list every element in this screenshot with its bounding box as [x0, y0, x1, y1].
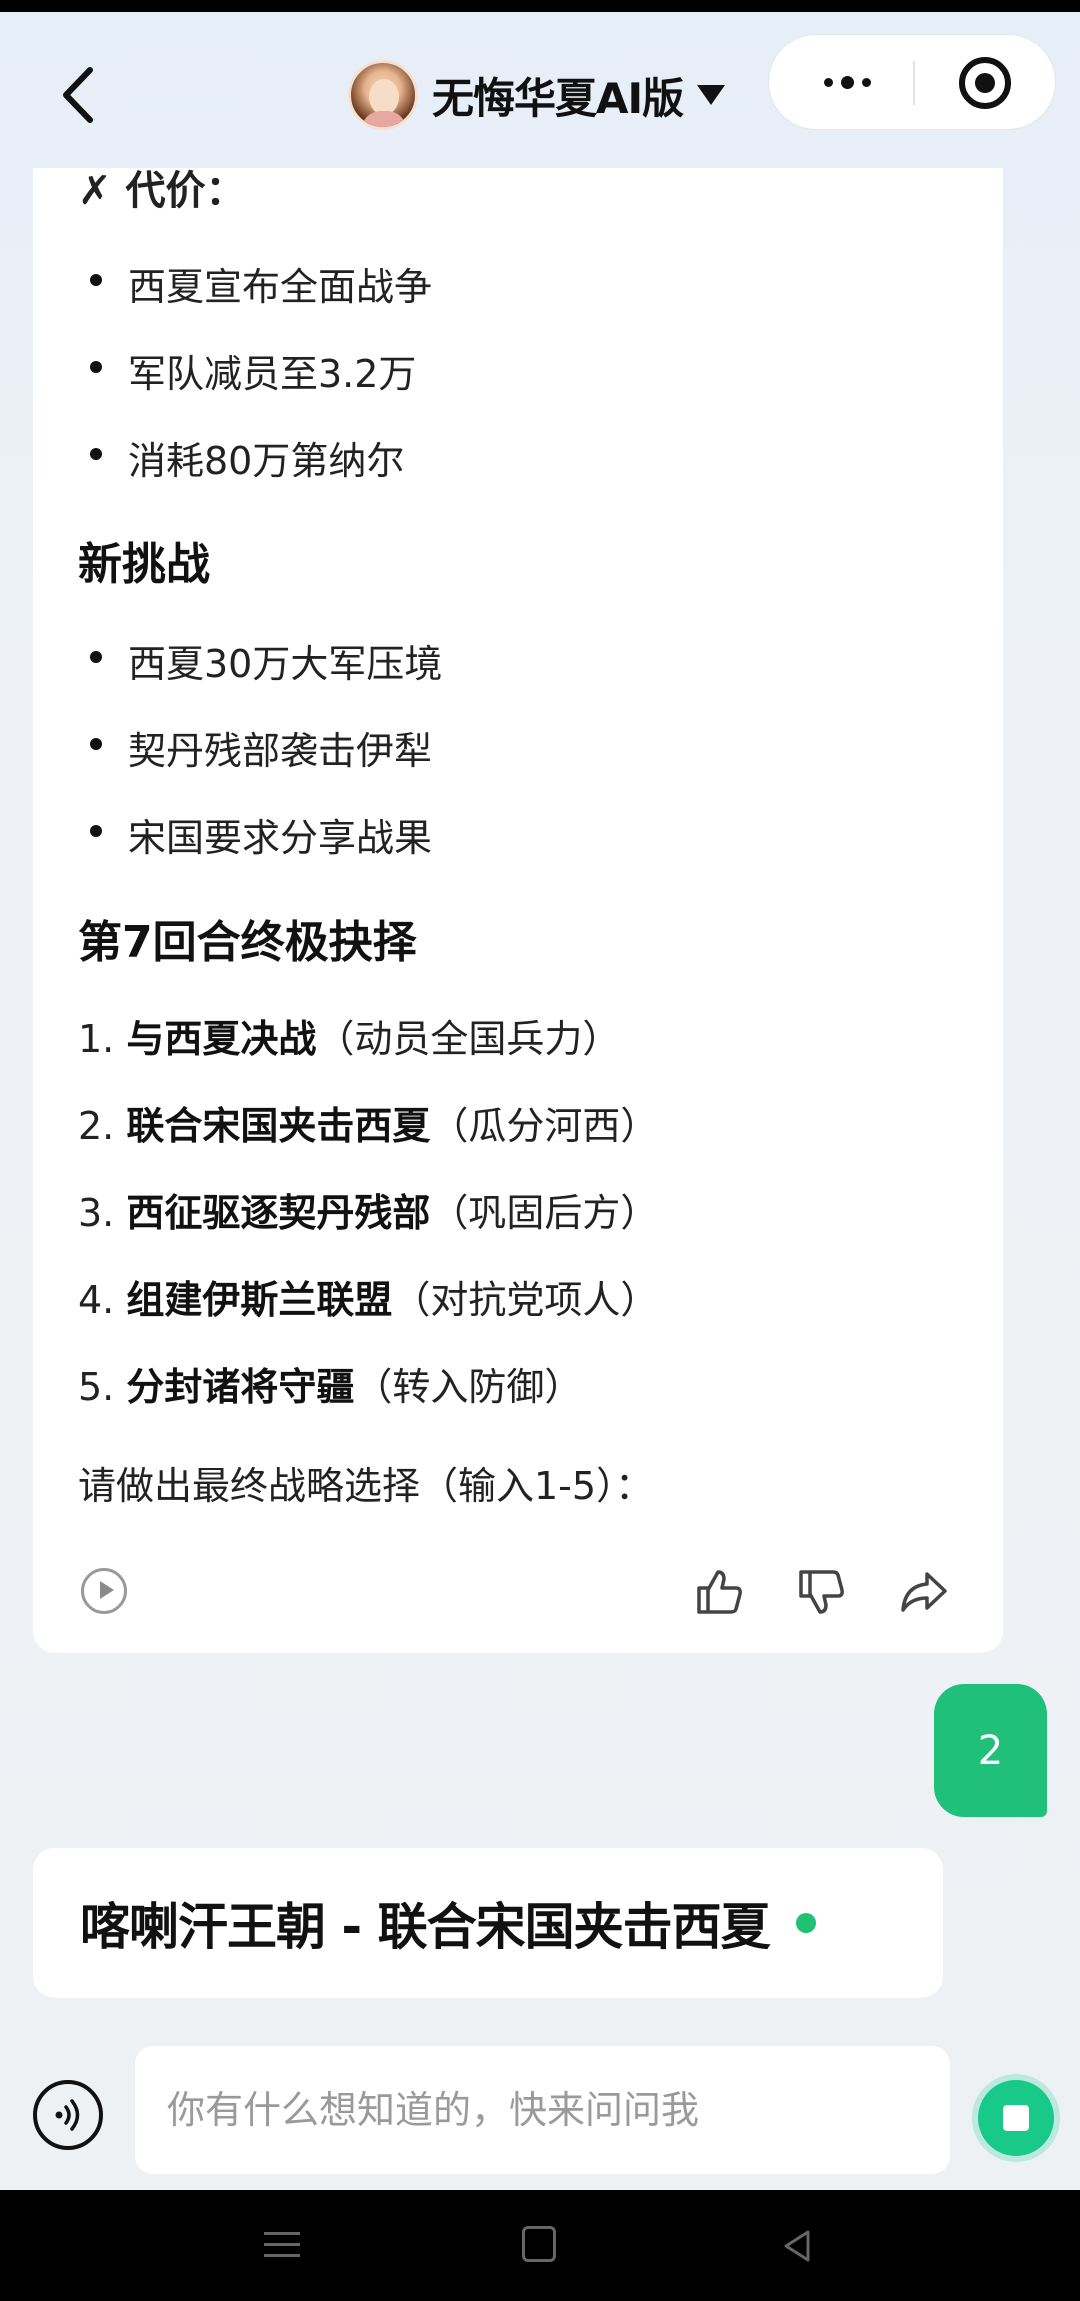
- system-navigation-bar: [0, 2190, 1080, 2301]
- mini-program-capsule: [768, 34, 1056, 130]
- message-actions: [33, 1558, 1003, 1638]
- list-item: 西夏宣布全面战争: [89, 256, 432, 311]
- page-title: 无悔华夏AI版: [432, 73, 684, 123]
- chat-title[interactable]: 无悔华夏AI版: [348, 50, 726, 140]
- section-heading: 新挑战: [78, 539, 210, 590]
- stop-generation-button[interactable]: [978, 2080, 1054, 2156]
- option-item: 4. 组建伊斯兰联盟（对抗党项人）: [78, 1278, 659, 1322]
- voice-input-icon[interactable]: [33, 2080, 103, 2150]
- more-icon[interactable]: [807, 57, 887, 107]
- option-item: 1. 与西夏决战（动员全国兵力）: [78, 1017, 621, 1061]
- prompt-text: 请做出最终战略选择（输入1-5）：: [78, 1464, 654, 1508]
- user-message-bubble: 2: [934, 1684, 1047, 1817]
- option-item: 2. 联合宋国夹击西夏（瓜分河西）: [78, 1104, 659, 1148]
- share-icon[interactable]: [895, 1564, 951, 1620]
- play-audio-icon[interactable]: [81, 1568, 127, 1614]
- option-item: 5. 分封诸将守疆（转入防御）: [78, 1365, 583, 1409]
- status-bar: [0, 0, 1080, 12]
- status-title: 喀喇汗王朝 - 联合宋国夹击西夏: [80, 1898, 771, 1956]
- capsule-divider: [913, 61, 915, 105]
- recent-apps-icon[interactable]: [264, 2232, 300, 2258]
- home-icon[interactable]: [522, 2226, 556, 2262]
- list-item: 契丹残部袭击伊犁: [89, 720, 432, 775]
- ai-message-card: ✗ 代价： 西夏宣布全面战争 军队减员至3.2万 消耗80万第纳尔 新挑战 西夏…: [33, 168, 1003, 1653]
- close-target-icon[interactable]: [959, 57, 1011, 109]
- list-item: 消耗80万第纳尔: [89, 430, 404, 485]
- list-item: 宋国要求分享战果: [89, 807, 432, 862]
- section-heading: 第7回合终极抉择: [78, 917, 417, 968]
- avatar: [348, 60, 418, 130]
- caret-down-icon: [697, 85, 726, 105]
- list-item: 军队减员至3.2万: [89, 343, 416, 398]
- cutoff-text: ✗ 代价：: [78, 168, 246, 214]
- option-item: 3. 西征驱逐契丹残部（巩固后方）: [78, 1191, 659, 1235]
- chat-input[interactable]: [135, 2046, 950, 2174]
- top-bar: 无悔华夏AI版: [0, 12, 1080, 162]
- thumbs-up-icon[interactable]: [691, 1564, 747, 1620]
- list-item: 西夏30万大军压境: [89, 633, 442, 688]
- stop-icon: [1003, 2105, 1029, 2131]
- nav-back-icon[interactable]: [778, 2226, 818, 2266]
- status-indicator-dot: [795, 1913, 816, 1933]
- game-status-card[interactable]: 喀喇汗王朝 - 联合宋国夹击西夏: [33, 1848, 943, 1998]
- thumbs-down-icon[interactable]: [793, 1564, 849, 1620]
- back-icon[interactable]: [50, 60, 110, 130]
